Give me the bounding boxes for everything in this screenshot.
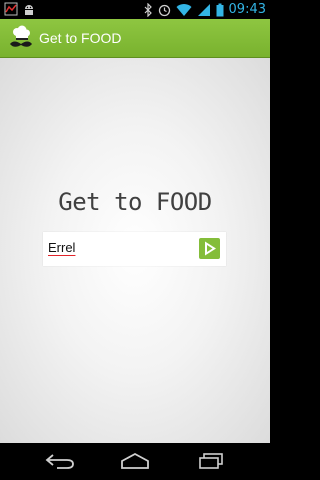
chef-hat-mustache-icon[interactable] [8, 25, 34, 51]
status-bar-right: 09:43 [144, 2, 266, 17]
status-time: 09:43 [228, 2, 266, 17]
home-icon[interactable] [120, 452, 150, 470]
android-icon [22, 2, 36, 16]
name-input[interactable]: Errel [48, 240, 75, 255]
alarm-icon [158, 3, 171, 17]
notification-icon [4, 2, 18, 16]
bluetooth-icon [144, 2, 153, 17]
search-row: Errel [43, 232, 226, 266]
action-bar: Get to FOOD [0, 19, 270, 58]
app-title: Get to FOOD [39, 30, 122, 46]
battery-icon [216, 3, 224, 17]
page-title: Get to FOOD [58, 188, 212, 216]
navigation-bar [0, 443, 270, 480]
play-arrow-icon [205, 241, 216, 256]
main-content: Get to FOOD Errel [0, 58, 270, 443]
wifi-icon [176, 3, 192, 17]
back-icon[interactable] [45, 452, 75, 470]
recent-apps-icon[interactable] [197, 452, 225, 470]
status-bar-left [4, 2, 36, 16]
status-bar: 09:43 [0, 0, 270, 19]
signal-icon [197, 3, 211, 17]
go-button[interactable] [199, 238, 220, 259]
